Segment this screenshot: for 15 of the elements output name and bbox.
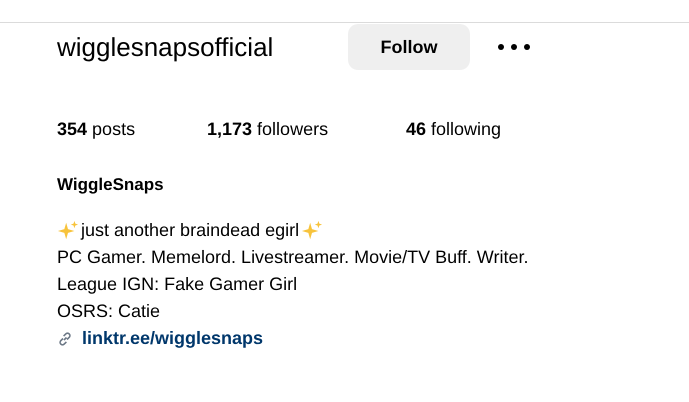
stat-link[interactable]: 46 following <box>406 119 502 140</box>
display-name: WiggleSnaps <box>57 175 165 195</box>
more-options-icon[interactable] <box>498 44 530 50</box>
bio-text: PC Gamer. Memelord. Livestreamer. Movie/TV Buff. Writer. <box>57 247 528 268</box>
bio-text: OSRS: Catie <box>57 301 160 322</box>
sparkles-icon <box>301 220 324 242</box>
sparkles-icon <box>57 220 79 242</box>
stat-link[interactable]: 1,173 followers <box>207 119 406 140</box>
username: wigglesnapsofficial <box>57 32 274 62</box>
follow-button[interactable]: Follow <box>348 24 470 70</box>
profile-link[interactable]: linktr.ee/wigglesnaps <box>82 328 264 349</box>
stat-link[interactable]: 354 posts <box>57 119 207 140</box>
bio-text: just another braindead egirl <box>81 220 300 241</box>
bio-text: League IGN: Fake Gamer Girl <box>57 274 298 295</box>
link-icon <box>57 330 73 346</box>
